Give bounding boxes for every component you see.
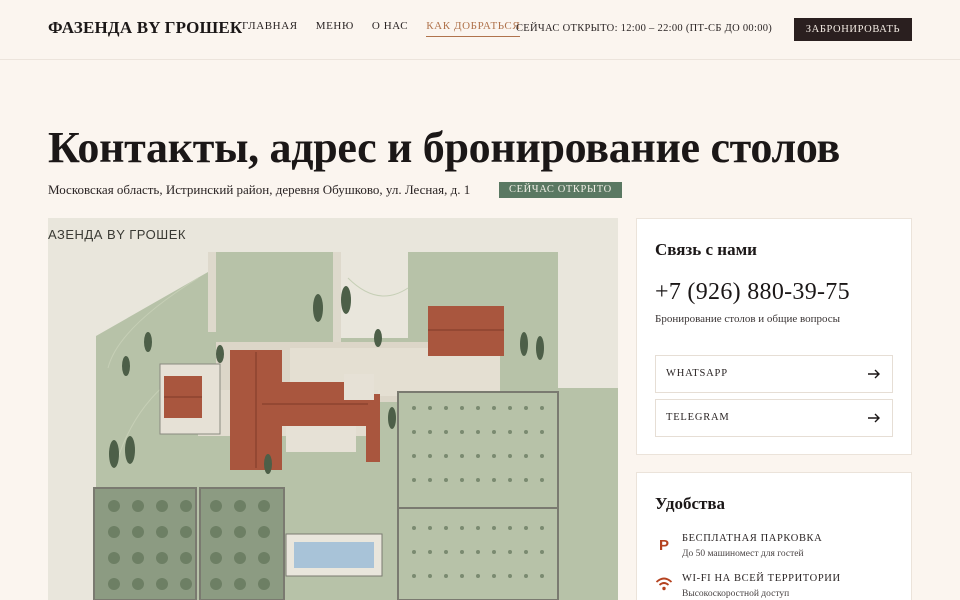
phone-number[interactable]: +7 (926) 880-39-75 bbox=[655, 279, 850, 306]
opening-hours: СЕЙЧАС ОТКРЫТО: 12:00 – 22:00 (ПТ-СБ ДО … bbox=[516, 23, 773, 34]
svg-text:P: P bbox=[659, 537, 669, 553]
contact-card: Связь с нами +7 (926) 880-39-75 Брониров… bbox=[636, 218, 912, 455]
address-text: Московская область, Истринский район, де… bbox=[48, 182, 471, 197]
page-title: Контакты, адрес и бронирование столов bbox=[48, 123, 840, 172]
amenity-name: WI-FI НА ВСЕЙ ТЕРРИТОРИИ bbox=[682, 573, 841, 584]
amenity-name: БЕСПЛАТНАЯ ПАРКОВКА bbox=[682, 533, 823, 544]
nav-menu[interactable]: МЕНЮ bbox=[316, 20, 354, 37]
status-badge: СЕЙЧАС ОТКРЫТО bbox=[499, 182, 622, 198]
parking-icon: P bbox=[659, 537, 669, 553]
whatsapp-label: WHATSAPP bbox=[666, 368, 728, 379]
telegram-link[interactable]: TELEGRAM bbox=[655, 399, 893, 437]
map-label: АЗЕНДА BY ГРОШЕК bbox=[48, 227, 186, 242]
amenity-desc: Высокоскоростной доступ bbox=[682, 589, 790, 599]
phone-note: Бронирование столов и общие вопросы bbox=[655, 313, 841, 325]
telegram-label: TELEGRAM bbox=[666, 412, 730, 423]
nav-directions[interactable]: КАК ДОБРАТЬСЯ bbox=[426, 20, 521, 37]
whatsapp-link[interactable]: WHATSAPP bbox=[655, 355, 893, 393]
arrow-right-icon bbox=[868, 369, 880, 379]
contact-title: Связь с нами bbox=[655, 240, 757, 259]
site-logo[interactable]: ФАЗЕНДА BY ГРОШЕК bbox=[48, 18, 242, 38]
amenities-title: Удобства bbox=[655, 494, 726, 513]
wifi-icon bbox=[655, 577, 673, 591]
site-header: ФАЗЕНДА BY ГРОШЕК ГЛАВНАЯ МЕНЮ О НАС КАК… bbox=[0, 0, 960, 60]
book-table-button[interactable]: ЗАБРОНИРОВАТЬ bbox=[794, 18, 912, 41]
amenity-desc: До 50 машиномест для гостей bbox=[682, 549, 804, 559]
main-nav: ГЛАВНАЯ МЕНЮ О НАС КАК ДОБРАТЬСЯ bbox=[242, 20, 521, 37]
nav-home[interactable]: ГЛАВНАЯ bbox=[242, 20, 298, 37]
arrow-right-icon bbox=[868, 413, 880, 423]
site-map-illustration bbox=[48, 218, 618, 600]
nav-about[interactable]: О НАС bbox=[372, 20, 408, 37]
site-map[interactable]: АЗЕНДА BY ГРОШЕК bbox=[48, 218, 618, 600]
amenities-card: Удобства P БЕСПЛАТНАЯ ПАРКОВКА До 50 маш… bbox=[636, 472, 912, 600]
